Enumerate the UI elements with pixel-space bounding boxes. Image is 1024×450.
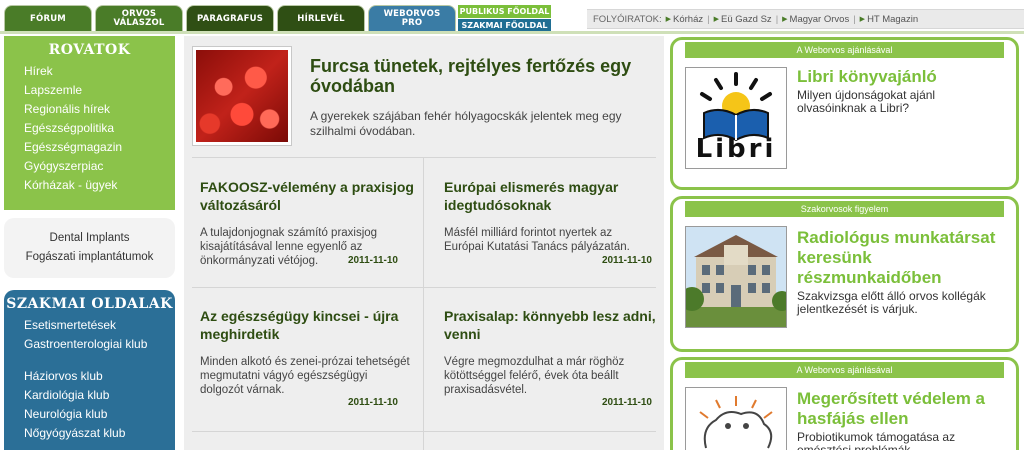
article-card: Európai elismerés magyar idegtudósoknak … bbox=[444, 178, 658, 308]
rovatok-list: Hírek Lapszemle Regionális hírek Egészsé… bbox=[4, 62, 175, 195]
article-summary: Másfél milliárd forintot nyertek az Euró… bbox=[444, 227, 630, 253]
tab-hirlevel-label: HÍRLEVÉL bbox=[297, 13, 345, 24]
top-navigation: FÓRUM ORVOS VÁLASZOL PARAGRAFUS HÍRLEVÉL… bbox=[0, 0, 1024, 36]
periodical-link-eu-gazd-sz[interactable]: Eü Gazd Sz bbox=[721, 14, 772, 25]
article-title[interactable]: Európai elismerés magyar idegtudósoknak bbox=[444, 178, 658, 214]
tab-weborvos-pro[interactable]: WEBORVOS PRO bbox=[368, 5, 456, 32]
rovatok-item-lapszemle[interactable]: Lapszemle bbox=[24, 81, 175, 100]
szakmai-item-neurologia-klub[interactable]: Neurológia klub bbox=[24, 405, 175, 424]
article-date: 2011-11-10 bbox=[347, 255, 398, 266]
tab-orvos-valaszol-line2: VÁLASZOL bbox=[113, 18, 165, 28]
hospital-building-image bbox=[686, 227, 786, 327]
tab-hirlevel[interactable]: HÍRLEVÉL bbox=[277, 5, 365, 32]
tab-weborvos-pro-line2: PRO bbox=[401, 18, 423, 28]
periodicals-label: FOLYÓIRATOK: bbox=[593, 13, 662, 25]
promo-header: Szakorvosok figyelem bbox=[685, 201, 1004, 217]
separator: | bbox=[775, 13, 779, 25]
arrow-right-icon: ▶ bbox=[859, 16, 866, 23]
rovatok-item-korhazak-ugyek[interactable]: Kórházak - ügyek bbox=[24, 176, 175, 195]
rovatok-box: ROVATOK Hírek Lapszemle Regionális hírek… bbox=[4, 36, 175, 210]
tab-forum-label: FÓRUM bbox=[30, 13, 66, 24]
article-title[interactable]: FAKOOSZ-vélemény a praxisjog változásáró… bbox=[200, 178, 414, 214]
szakmai-item-kardiologia-klub[interactable]: Kardiológia klub bbox=[24, 386, 175, 405]
article-title[interactable]: Praxisalap: könnyebb lesz adni, venni bbox=[444, 307, 658, 343]
szakmai-item-gastroenterologiai-klub[interactable]: Gastroenterologiai klub bbox=[24, 335, 175, 367]
periodical-link-ht-magazin[interactable]: HT Magazin bbox=[867, 14, 918, 25]
rovatok-title: ROVATOK bbox=[48, 42, 131, 58]
rovatok-item-egeszsegpolitika[interactable]: Egészségpolitika bbox=[24, 119, 175, 138]
blood-cells-image bbox=[196, 50, 288, 142]
article-date: 2011-11-10 bbox=[601, 397, 652, 408]
periodical-link-korhaz[interactable]: Kórház bbox=[673, 14, 703, 25]
article-title[interactable]: Az egészségügy kincsei - újra meghirdeti… bbox=[200, 307, 414, 343]
promo-text: Milyen újdonságokat ajánl olvasóinknak a… bbox=[797, 88, 936, 115]
arrow-right-icon: ▶ bbox=[665, 16, 672, 23]
promo-header: A Weborvos ajánlásával bbox=[685, 362, 1004, 378]
article-summary: Végre megmozdulhat a már röghöz kötöttsé… bbox=[444, 356, 625, 396]
rovatok-item-regionalis-hirek[interactable]: Regionális hírek bbox=[24, 100, 175, 119]
article-card: Az egészségügy kincsei - újra meghirdeti… bbox=[200, 307, 414, 437]
divider bbox=[423, 157, 424, 450]
main-content: Furcsa tünetek, rejtélyes fertőzés egy ó… bbox=[184, 36, 664, 450]
libri-logo[interactable]: Libri bbox=[685, 67, 787, 169]
probiotic-cartoon-image bbox=[686, 388, 786, 450]
fogaszati-implantatumok-link[interactable]: Fogászati implantátumok bbox=[4, 248, 175, 267]
rovatok-item-gyogyszerpiac[interactable]: Gyógyszerpiac bbox=[24, 157, 175, 176]
featured-thumbnail[interactable] bbox=[192, 46, 292, 146]
promo-box-radiologus: Szakorvosok figyelem Radiológus munkatár… bbox=[670, 196, 1019, 352]
promo-text: Szakvizsga előtt álló orvos kollégák jel… bbox=[797, 289, 986, 316]
periodical-link-magyar-orvos[interactable]: Magyar Orvos bbox=[790, 14, 850, 25]
periodicals-bar: FOLYÓIRATOK: ▶ Kórház | ▶ Eü Gazd Sz | ▶… bbox=[587, 9, 1024, 29]
tab-forum[interactable]: FÓRUM bbox=[4, 5, 92, 32]
featured-article: Furcsa tünetek, rejtélyes fertőzés egy ó… bbox=[192, 46, 656, 156]
arrow-right-icon: ▶ bbox=[713, 16, 719, 23]
publikus-fooldal-link[interactable]: PUBLIKUS FŐOLDAL bbox=[458, 5, 551, 18]
separator: | bbox=[853, 13, 856, 25]
promo-title[interactable]: Radiológus munkatársat keresünk részmunk… bbox=[797, 228, 1012, 288]
dental-implants-link[interactable]: Dental Implants bbox=[4, 229, 175, 248]
szakmai-list: Esetismertetések Gastroenterologiai klub… bbox=[4, 316, 175, 443]
dental-box: Dental Implants Fogászati implantátumok bbox=[4, 218, 175, 278]
promo-text: Probiotikumok támogatása az emésztési pr… bbox=[797, 430, 956, 450]
separator: | bbox=[707, 13, 710, 25]
featured-title[interactable]: Furcsa tünetek, rejtélyes fertőzés egy ó… bbox=[310, 56, 650, 96]
libri-logo-wordmark: Libri bbox=[695, 134, 777, 164]
promo-title[interactable]: Libri könyvajánló bbox=[797, 67, 1007, 87]
article-date: 2011-11-10 bbox=[347, 397, 398, 408]
promo-title[interactable]: Megerősített védelem a hasfájás ellen bbox=[797, 389, 1012, 429]
szakmai-item-nogyogyaszat-klub[interactable]: Nőgyógyászat klub bbox=[24, 424, 175, 443]
szakmai-item-haziorvos-klub[interactable]: Háziorvos klub bbox=[24, 367, 175, 386]
article-summary: Minden alkotó és zenei-prózai tehetségét… bbox=[200, 356, 410, 396]
article-date: 2011-11-10 bbox=[601, 255, 652, 266]
promo-header: A Weborvos ajánlásával bbox=[685, 42, 1004, 58]
homepage-switch: PUBLIKUS FŐOLDAL SZAKMAI FŐOLDAL bbox=[458, 5, 551, 32]
tab-paragrafus-label: PARAGRAFUS bbox=[196, 13, 264, 24]
article-card: Praxisalap: könnyebb lesz adni, venni Vé… bbox=[444, 307, 658, 437]
probiotic-illustration[interactable] bbox=[685, 387, 787, 450]
promo-box-hasfajas: A Weborvos ajánlásával Megerősített véde… bbox=[670, 357, 1019, 450]
nav-divider bbox=[0, 31, 1024, 34]
szakmai-item-esetismertetesek[interactable]: Esetismertetések bbox=[24, 316, 175, 335]
rovatok-item-egeszsegmagazin[interactable]: Egészségmagazin bbox=[24, 138, 175, 157]
featured-summary: A gyerekek szájában fehér hólyagocskák j… bbox=[310, 109, 622, 138]
tab-orvos-valaszol[interactable]: ORVOS VÁLASZOL bbox=[95, 5, 183, 32]
szakmai-oldalak-box: SZAKMAI OLDALAK Esetismertetések Gastroe… bbox=[4, 290, 175, 450]
divider bbox=[192, 157, 656, 158]
promo-box-libri: A Weborvos ajánlásával Libri Libri könyv… bbox=[670, 37, 1019, 190]
article-card: FAKOOSZ-vélemény a praxisjog változásáró… bbox=[200, 178, 414, 308]
rovatok-item-hirek[interactable]: Hírek bbox=[24, 62, 175, 81]
building-photo[interactable] bbox=[685, 226, 787, 328]
arrow-right-icon: ▶ bbox=[782, 16, 788, 23]
tab-paragrafus[interactable]: PARAGRAFUS bbox=[186, 5, 274, 32]
szakmai-oldalak-title: SZAKMAI OLDALAK bbox=[6, 296, 173, 312]
